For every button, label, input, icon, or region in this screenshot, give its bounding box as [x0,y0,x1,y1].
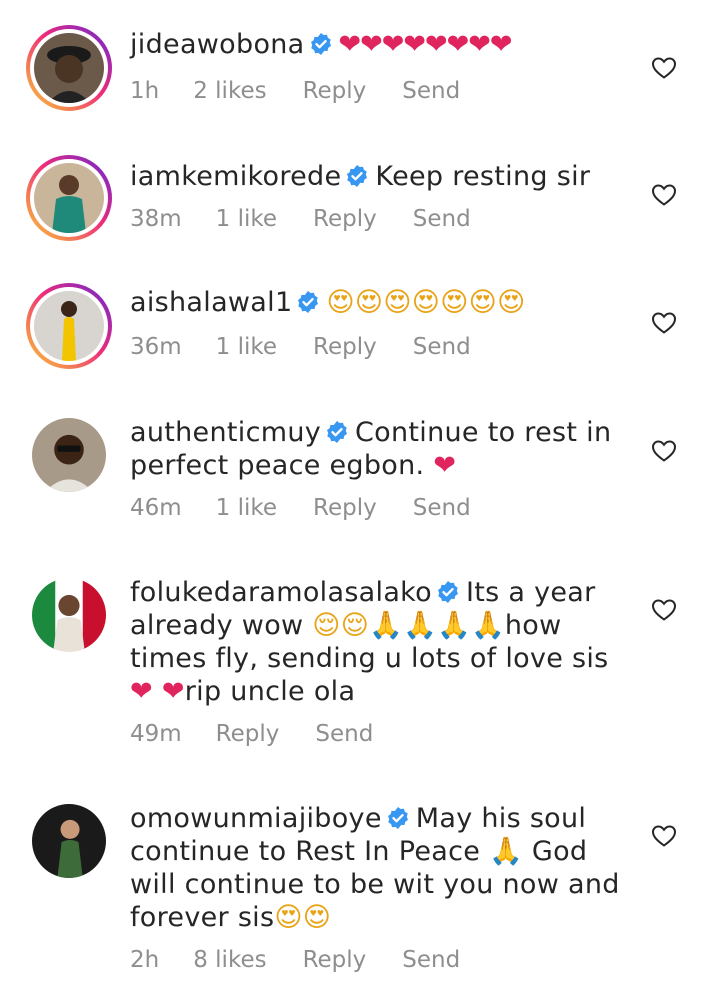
send-button[interactable]: Send [315,721,373,747]
username[interactable]: omowunmiajiboye [130,803,382,834]
likes-count[interactable]: 1 like [216,334,277,360]
comment-emojis: 😌😌🙏🙏🙏🙏 [312,610,505,641]
avatar-image [34,33,104,103]
like-button[interactable] [651,183,677,207]
avatar-image [32,578,106,652]
comment-body: jideawobona ❤❤❤❤❤❤❤❤ [130,28,630,61]
heart-outline-icon [651,312,677,334]
comment-text: rip uncle ola [184,676,356,707]
comment-time: 46m [130,495,182,521]
comment-meta: 46m 1 like Reply Send [130,495,507,521]
likes-count[interactable]: 8 likes [193,947,266,973]
like-button[interactable] [651,824,677,848]
comment-time: 36m [130,334,182,360]
comment-body: omowunmiajiboye May his soul continue to … [130,802,630,934]
comment-body: authenticmuy Continue to rest in perfect … [130,416,630,482]
avatar[interactable] [26,25,112,111]
verified-badge-icon [386,806,410,830]
likes-count[interactable]: 1 like [216,495,277,521]
heart-outline-icon [651,599,677,621]
send-button[interactable]: Send [413,334,471,360]
reply-button[interactable]: Reply [303,947,367,973]
send-button[interactable]: Send [413,495,471,521]
comment-emojis: 😍😍😍😍😍😍😍 [326,287,526,318]
avatar[interactable] [26,412,112,498]
comment-meta: 36m 1 like Reply Send [130,334,507,360]
reply-button[interactable]: Reply [313,495,377,521]
send-button[interactable]: Send [402,78,460,104]
comment-time: 2h [130,947,160,973]
comment-time: 49m [130,721,182,747]
username[interactable]: iamkemikorede [130,161,341,192]
reply-button[interactable]: Reply [216,721,280,747]
heart-outline-icon [651,440,677,462]
avatar-image [34,291,104,361]
comment-emoji: ❤ [161,676,185,707]
heart-outline-icon [651,825,677,847]
username[interactable]: folukedaramolasalako [130,577,432,608]
comment-emoji: ❤ [130,676,153,707]
comment-meta: 1h 2 likes Reply Send [130,78,496,104]
comment-meta: 2h 8 likes Reply Send [130,947,496,973]
comment-body: folukedaramolasalako Its a year already w… [130,576,630,708]
comment-body: aishalawal1 😍😍😍😍😍😍😍 [130,286,630,319]
avatar-image [34,163,104,233]
username[interactable]: aishalawal1 [130,287,292,318]
avatar[interactable] [26,798,112,884]
heart-outline-icon [651,184,677,206]
comment-time: 1h [130,78,160,104]
comment-emoji: ❤ [433,450,457,481]
comment-body: iamkemikorede Keep resting sir [130,160,630,193]
like-button[interactable] [651,439,677,463]
send-button[interactable]: Send [402,947,460,973]
comment-time: 38m [130,206,182,232]
username[interactable]: jideawobona [130,29,305,60]
verified-badge-icon [296,290,320,314]
username[interactable]: authenticmuy [130,417,321,448]
likes-count[interactable]: 2 likes [193,78,266,104]
comment-meta: 49m Reply Send [130,721,409,747]
verified-badge-icon [436,580,460,604]
verified-badge-icon [309,32,333,56]
comment-emojis: ❤❤❤❤❤❤❤❤ [338,29,513,60]
comment-meta: 38m 1 like Reply Send [130,206,507,232]
avatar[interactable] [26,283,112,369]
like-button[interactable] [651,56,677,80]
send-button[interactable]: Send [413,206,471,232]
avatar-image [32,418,106,492]
reply-button[interactable]: Reply [303,78,367,104]
likes-count[interactable]: 1 like [216,206,277,232]
heart-outline-icon [651,57,677,79]
verified-badge-icon [345,164,369,188]
reply-button[interactable]: Reply [313,334,377,360]
avatar-image [32,804,106,878]
reply-button[interactable]: Reply [313,206,377,232]
like-button[interactable] [651,598,677,622]
like-button[interactable] [651,311,677,335]
comment-emojis: 😍😍 [274,902,332,933]
avatar[interactable] [26,572,112,658]
comment-emoji: 🙏 [489,836,523,867]
avatar[interactable] [26,155,112,241]
verified-badge-icon [325,420,349,444]
comment-text: Keep resting sir [375,161,591,192]
